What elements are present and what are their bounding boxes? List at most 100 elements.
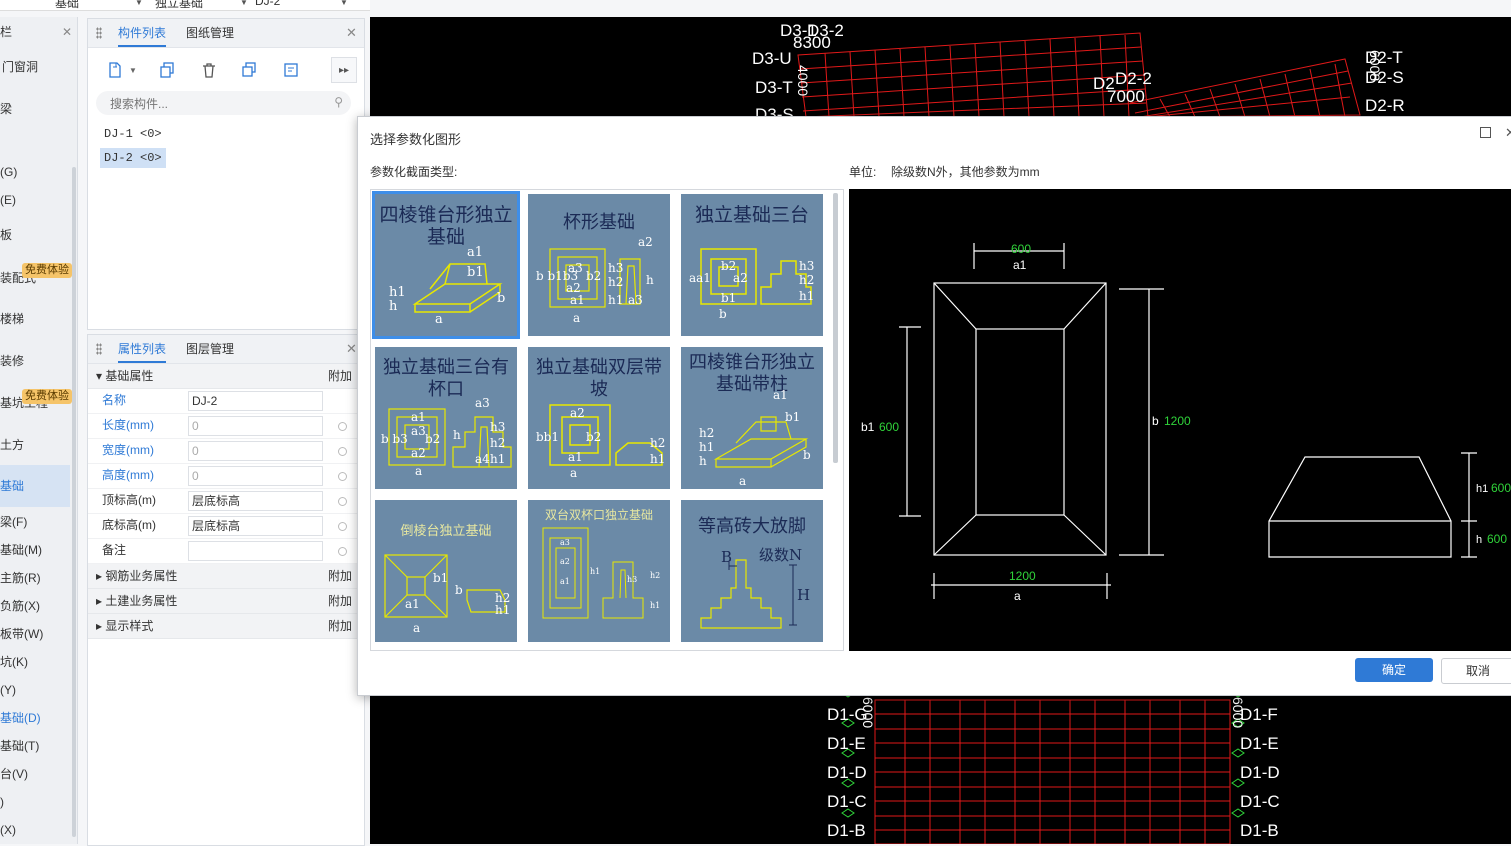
svg-text:a: a (739, 474, 746, 488)
group-title: ▾ 基础属性 (96, 369, 154, 383)
list-item-selected[interactable]: DJ-2 <0> (100, 148, 166, 168)
property-value-input[interactable]: 0 (188, 441, 323, 461)
nav-item-foundation[interactable]: 基础 (0, 465, 70, 507)
close-icon[interactable]: ✕ (1505, 125, 1511, 141)
svg-text:h1: h1 (650, 601, 660, 610)
nav-item-beam[interactable]: 梁 (0, 97, 70, 121)
svg-text:h1: h1 (495, 603, 510, 617)
group-title: ▸ 土建业务属性 (96, 594, 178, 608)
layer-copy-icon[interactable] (236, 57, 262, 83)
nav-item-v[interactable]: 台(V) (0, 762, 70, 786)
left-navigation: 栏✕ 门窗洞 梁 (G) (E) 板 装配式 免费体验 楼梯 装修 基坑工程 免… (0, 17, 78, 844)
shape-tile-brick-footing[interactable]: 等高砖大放脚 B 级数N H (681, 500, 823, 642)
cad-label: D1-E (1240, 734, 1279, 753)
cancel-button[interactable]: 取消 (1441, 658, 1511, 684)
tab-property-list[interactable]: 属性列表 (118, 335, 167, 363)
nav-item-x2[interactable]: (X) (0, 818, 70, 842)
nav-item-m[interactable]: 基础(M) (0, 538, 70, 562)
nav-item-slab[interactable]: 板 (0, 223, 70, 247)
attach-checkbox[interactable] (338, 422, 347, 431)
shape-tile-pyramid-footing[interactable]: 四棱锥台形独立基础 a1 b1 h1 h b a (372, 191, 520, 339)
attach-checkbox[interactable] (338, 547, 347, 556)
delete-icon[interactable] (196, 57, 222, 83)
drag-handle-icon[interactable] (96, 27, 102, 39)
property-row-name: 名称 DJ-2 (88, 388, 358, 414)
nav-item-door-window[interactable]: 门窗洞 (2, 55, 72, 79)
cad-label: D2-2 (1115, 69, 1152, 88)
section-type-label: 参数化截面类型: (370, 165, 458, 179)
shape-tile-three-step-cup[interactable]: 独立基础三台有杯口 a1 a3 a3 b b3 b2 a2 h a4 h3 h2 h1 a (375, 347, 517, 489)
attach-checkbox[interactable] (338, 497, 347, 506)
shape-tile-three-step-footing[interactable]: 独立基础三台 b2 a2 aa1 b1 b h3 h2 h1 (681, 194, 823, 336)
shape-tile-cup-footing[interactable]: 杯形基础 a2 a3 b b1b3 b2 a2 a1 h3 h2 h h1 a3 a (528, 194, 670, 336)
nav-item-e[interactable]: (E) (0, 188, 70, 212)
attach-checkbox[interactable] (338, 522, 347, 531)
confirm-button[interactable]: 确定 (1355, 658, 1433, 682)
shape-tile-inverted-pyramid[interactable]: 倒棱台独立基础 b1 b a1 h2 h1 a (375, 500, 517, 642)
more-icon[interactable]: ▸▸ (331, 57, 357, 83)
property-row-bottom-elevation: 底标高(m) 层底标高 (88, 513, 358, 539)
chevron-down-icon[interactable]: ▼ (126, 57, 140, 83)
property-value-input[interactable]: 层底标高 (188, 516, 323, 536)
list-item[interactable]: DJ-1 <0> (100, 124, 166, 144)
property-value-input[interactable]: 0 (188, 466, 323, 486)
search-input[interactable] (108, 94, 327, 114)
floor-type-dropdown[interactable]: 基础 ▼ (55, 0, 143, 10)
nav-item-y[interactable]: (Y) (0, 678, 70, 702)
gallery-scrollbar[interactable] (833, 193, 838, 463)
cad-label: D1-E (827, 734, 866, 753)
svg-text:h3: h3 (799, 259, 814, 273)
attach-label: 附加 (327, 569, 352, 583)
tab-layer-management[interactable]: 图层管理 (186, 335, 234, 363)
group-foundation-properties[interactable]: ▾ 基础属性 附加 (88, 364, 358, 389)
tab-component-list[interactable]: 构件列表 (118, 19, 167, 47)
nav-item-t[interactable]: 基础(T) (0, 734, 70, 758)
close-icon[interactable]: ✕ (346, 25, 357, 41)
svg-text:a3: a3 (628, 293, 643, 307)
new-component-icon[interactable] (102, 57, 128, 83)
nav-item-paren[interactable]: ) (0, 790, 70, 814)
shape-tile-double-cup[interactable]: 双台双杯口独立基础 a3 a2 a1 h1 h3 h2 h1 (528, 500, 670, 642)
cad-label: D1-D (827, 763, 867, 782)
attach-checkbox[interactable] (338, 447, 347, 456)
copy-component-icon[interactable] (154, 57, 180, 83)
component-dropdown[interactable]: DJ-2 ▼ (255, 0, 348, 10)
nav-item-isolated-foundation[interactable]: 基础(D) (0, 706, 70, 730)
nav-item-r[interactable]: 主筋(R) (0, 566, 70, 590)
nav-scrollbar[interactable] (72, 167, 76, 837)
close-icon[interactable]: ✕ (346, 341, 357, 357)
tab-drawing-management[interactable]: 图纸管理 (186, 19, 234, 47)
nav-item-stairs[interactable]: 楼梯 (0, 307, 70, 331)
attach-checkbox[interactable] (338, 472, 347, 481)
nav-item-x[interactable]: 负筋(X) (0, 594, 70, 618)
shape-tile-pyramid-with-column[interactable]: 四棱锥台形独立基础带柱 a1 b1 h2 h1 h b a (681, 347, 823, 489)
svg-text:bb1: bb1 (536, 430, 559, 444)
maximize-icon[interactable] (1480, 127, 1491, 138)
property-value-input[interactable]: 层底标高 (188, 491, 323, 511)
attach-label: 附加 (327, 619, 352, 633)
property-value-input[interactable]: 0 (188, 416, 323, 436)
drag-handle-icon[interactable] (96, 343, 102, 355)
inverted-pyramid-diagram: b1ba1 h2h1a (384, 554, 510, 635)
cad-label: D1-B (1240, 821, 1279, 840)
property-value-input[interactable] (188, 541, 323, 561)
nav-item-decoration[interactable]: 装修 (0, 349, 70, 373)
nav-item-k[interactable]: 坑(K) (0, 650, 70, 674)
close-icon[interactable]: ✕ (62, 20, 72, 44)
group-rebar-properties[interactable]: ▸ 钢筋业务属性 附加 (88, 564, 358, 589)
property-value-input[interactable]: DJ-2 (188, 391, 323, 411)
nav-item-earthwork[interactable]: 土方 (0, 433, 70, 457)
nav-item-g[interactable]: (G) (0, 160, 70, 184)
property-label: 高度(mm) (102, 468, 154, 482)
nav-item-w[interactable]: 板带(W) (0, 622, 70, 646)
group-display-style[interactable]: ▸ 显示样式 附加 (88, 614, 358, 639)
filter-icon[interactable] (278, 57, 304, 83)
search-icon[interactable]: ⚲ (334, 95, 343, 109)
top-dropdown-strip: 基础 ▼ 独立基础 ▼ DJ-2 ▼ (0, 0, 370, 11)
shape-tile-double-slope[interactable]: 独立基础双层带坡 a2 bb1 b2 a1 h2 h1 a (528, 347, 670, 489)
dim-a-value: 1200 (1009, 569, 1036, 583)
group-civil-properties[interactable]: ▸ 土建业务属性 附加 (88, 589, 358, 614)
component-type-dropdown[interactable]: 独立基础 ▼ (155, 0, 248, 10)
attach-label: 附加 (327, 369, 352, 383)
nav-item-f[interactable]: 梁(F) (0, 510, 70, 534)
